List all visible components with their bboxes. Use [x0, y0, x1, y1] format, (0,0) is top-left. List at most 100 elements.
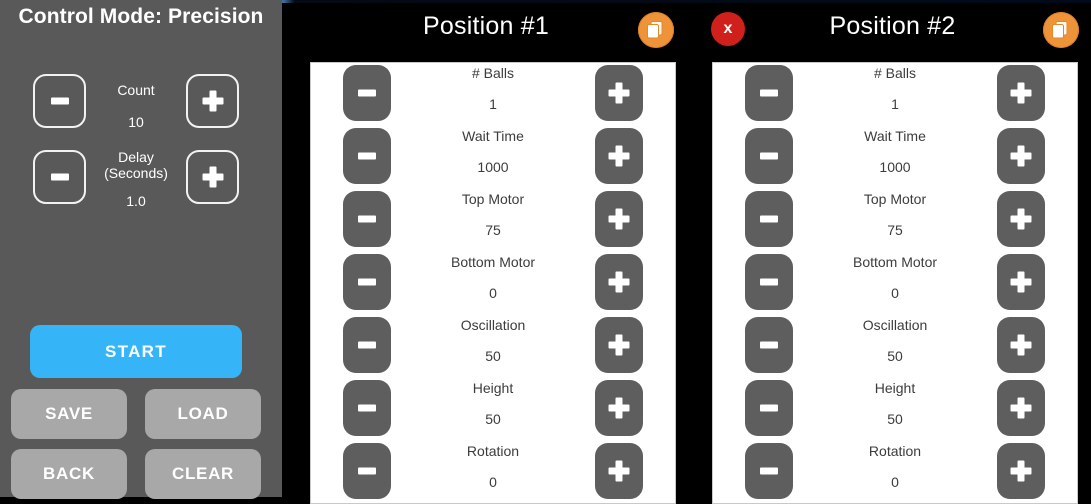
app-root: Control Mode: Precision Count 10 Delay (… [0, 0, 1091, 504]
setting-row: Rotation 0 [713, 441, 1077, 503]
setting-row: Oscillation 50 [311, 315, 675, 378]
control-sidebar: Control Mode: Precision Count 10 Delay (… [0, 0, 282, 499]
position-2-header: x Position #2 [700, 0, 1085, 60]
decrement-button[interactable] [745, 254, 793, 310]
copy-pages-icon[interactable] [638, 12, 674, 48]
setting-text: # Balls 1 [401, 63, 585, 126]
setting-label: Oscillation [862, 317, 928, 333]
setting-label: Bottom Motor [450, 254, 536, 270]
setting-label: Height [874, 380, 916, 396]
plus-icon [608, 460, 630, 482]
minus-icon [760, 152, 778, 160]
setting-row: # Balls 1 [713, 63, 1077, 126]
position-1-panel[interactable]: # Balls 1 Wait Time 1000 Top Motor 75 Bottom M… [310, 62, 676, 504]
increment-button[interactable] [997, 191, 1045, 247]
setting-label: Wait Time [864, 128, 926, 144]
setting-text: Bottom Motor 0 [803, 252, 987, 315]
decrement-button[interactable] [745, 191, 793, 247]
setting-text: Rotation 0 [803, 441, 987, 503]
decrement-button[interactable] [745, 317, 793, 373]
increment-button[interactable] [997, 317, 1045, 373]
setting-text: Oscillation 50 [401, 315, 585, 378]
setting-label: Height [472, 380, 514, 396]
increment-button[interactable] [595, 380, 643, 436]
plus-icon [1010, 145, 1032, 167]
decrement-button[interactable] [745, 128, 793, 184]
plus-icon [1010, 397, 1032, 419]
decrement-button[interactable] [343, 317, 391, 373]
plus-icon [1010, 82, 1032, 104]
setting-row: # Balls 1 [311, 63, 675, 126]
setting-value: 0 [891, 474, 899, 490]
decrement-button[interactable] [343, 191, 391, 247]
setting-label: Top Motor [863, 191, 927, 207]
setting-row: Height 50 [311, 378, 675, 441]
decrement-button[interactable] [343, 65, 391, 121]
position-2-rows: # Balls 1 Wait Time 1000 Top Motor 75 Bottom M… [713, 63, 1077, 503]
minus-icon [358, 152, 376, 160]
increment-button[interactable] [997, 443, 1045, 499]
increment-button[interactable] [997, 380, 1045, 436]
setting-text: Rotation 0 [401, 441, 585, 503]
setting-label: # Balls [471, 65, 515, 81]
count-increment-button[interactable] [186, 74, 239, 128]
increment-button[interactable] [595, 128, 643, 184]
decrement-button[interactable] [343, 443, 391, 499]
plus-icon [608, 271, 630, 293]
minus-icon [50, 97, 69, 105]
count-decrement-button[interactable] [33, 74, 86, 128]
decrement-button[interactable] [745, 65, 793, 121]
setting-row: Bottom Motor 0 [311, 252, 675, 315]
plus-icon [608, 208, 630, 230]
delay-label: Delay (Seconds) [94, 149, 178, 181]
setting-label: # Balls [873, 65, 917, 81]
increment-button[interactable] [595, 65, 643, 121]
delay-decrement-button[interactable] [33, 150, 86, 204]
setting-row: Top Motor 75 [713, 189, 1077, 252]
plus-icon [608, 82, 630, 104]
decrement-button[interactable] [745, 443, 793, 499]
setting-value: 75 [887, 222, 903, 238]
plus-icon [1010, 208, 1032, 230]
back-button[interactable]: BACK [11, 449, 127, 499]
increment-button[interactable] [595, 191, 643, 247]
save-button[interactable]: SAVE [11, 389, 127, 439]
minus-icon [50, 173, 69, 181]
plus-icon [1010, 334, 1032, 356]
setting-text: Wait Time 1000 [401, 126, 585, 189]
minus-icon [358, 341, 376, 349]
decrement-button[interactable] [343, 380, 391, 436]
setting-text: Wait Time 1000 [803, 126, 987, 189]
minus-icon [760, 215, 778, 223]
increment-button[interactable] [595, 254, 643, 310]
decrement-button[interactable] [343, 128, 391, 184]
position-2-panel[interactable]: # Balls 1 Wait Time 1000 Top Motor 75 Bottom M… [712, 62, 1078, 504]
decrement-button[interactable] [745, 380, 793, 436]
setting-label: Rotation [466, 443, 520, 459]
delay-increment-button[interactable] [186, 150, 239, 204]
setting-label: Top Motor [461, 191, 525, 207]
copy-pages-icon[interactable] [1043, 12, 1079, 48]
decrement-button[interactable] [343, 254, 391, 310]
clear-button[interactable]: CLEAR [145, 449, 261, 499]
setting-row: Top Motor 75 [311, 189, 675, 252]
increment-button[interactable] [595, 443, 643, 499]
start-button[interactable]: START [30, 325, 242, 378]
setting-text: Top Motor 75 [401, 189, 585, 252]
setting-row: Oscillation 50 [713, 315, 1077, 378]
increment-button[interactable] [997, 254, 1045, 310]
minus-icon [760, 404, 778, 412]
setting-label: Oscillation [460, 317, 526, 333]
setting-label: Rotation [868, 443, 922, 459]
position-1-title: Position #1 [423, 12, 549, 40]
load-button[interactable]: LOAD [145, 389, 261, 439]
plus-icon [202, 90, 223, 112]
stepper-count: Count 10 [0, 74, 282, 140]
setting-row: Bottom Motor 0 [713, 252, 1077, 315]
position-1-rows: # Balls 1 Wait Time 1000 Top Motor 75 Bottom M… [311, 63, 675, 503]
stepper-delay: Delay (Seconds) 1.0 [0, 149, 282, 216]
increment-button[interactable] [997, 128, 1045, 184]
increment-button[interactable] [595, 317, 643, 373]
setting-text: Bottom Motor 0 [401, 252, 585, 315]
increment-button[interactable] [997, 65, 1045, 121]
